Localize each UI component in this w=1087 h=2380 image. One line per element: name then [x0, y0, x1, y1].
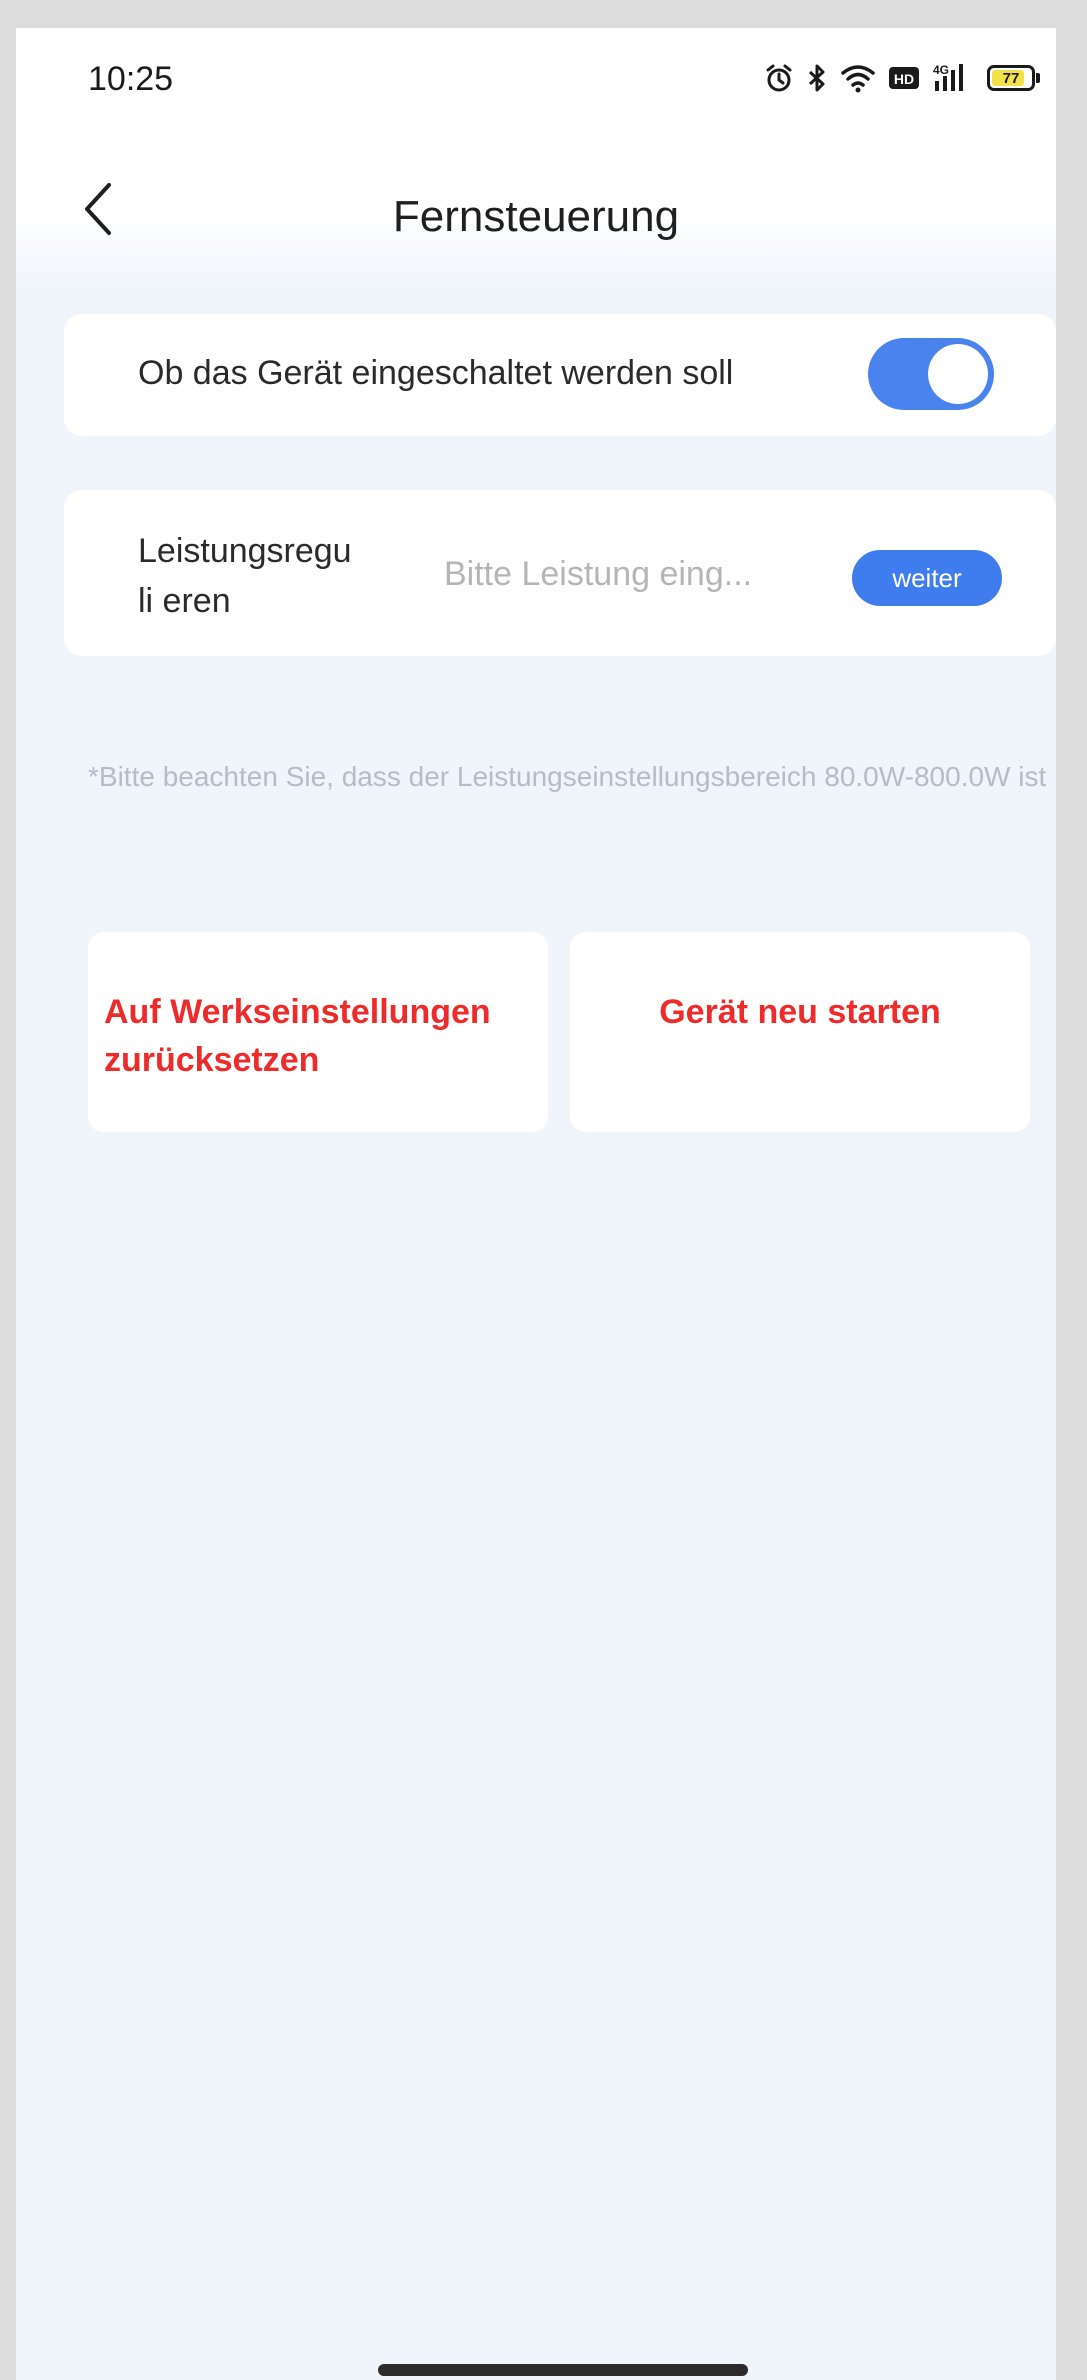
hd-icon: HD	[889, 65, 919, 91]
factory-reset-button[interactable]: Auf Werkseinstellungen zurücksetzen	[88, 932, 548, 1132]
power-range-hint: *Bitte beachten Sie, dass der Leistungse…	[88, 761, 1047, 792]
power-toggle-switch[interactable]	[868, 338, 994, 410]
battery-level: 77	[1002, 69, 1020, 87]
power-input[interactable]	[444, 544, 804, 604]
wifi-icon	[841, 63, 875, 93]
battery-tip	[1036, 73, 1040, 83]
status-time: 10:25	[88, 60, 174, 98]
factory-reset-label: Auf Werkseinstellungen zurücksetzen	[104, 993, 491, 1079]
toggle-knob	[928, 344, 988, 404]
svg-text:HD: HD	[894, 71, 914, 87]
power-setting-row: Leistungsreguli eren weiter	[64, 490, 1056, 656]
next-button[interactable]: weiter	[852, 550, 1002, 606]
status-bar: 10:25 HD 4G 77	[16, 28, 1056, 128]
battery-body: 77	[987, 65, 1035, 91]
svg-text:4G: 4G	[933, 63, 949, 77]
power-setting-label: Leistungsreguli eren	[138, 532, 352, 620]
power-toggle-row: Ob das Gerät eingeschaltet werden soll	[64, 314, 1056, 436]
alarm-icon	[765, 63, 793, 93]
page-title: Fernsteuerung	[392, 192, 680, 241]
restart-device-label: Gerät neu starten	[659, 993, 941, 1031]
bluetooth-icon	[807, 63, 827, 93]
restart-device-button[interactable]: Gerät neu starten	[570, 932, 1030, 1132]
status-icons: HD 4G 77	[765, 56, 1040, 100]
nav-bar: Fernsteuerung	[16, 156, 1056, 266]
cellular-signal-icon: 4G	[933, 63, 973, 93]
phone-screen: 10:25 HD 4G 77 Fernsteuerung Ob das Gerä…	[16, 28, 1056, 2380]
home-indicator[interactable]	[378, 2364, 748, 2376]
battery-icon: 77	[987, 65, 1040, 91]
power-toggle-label: Ob das Gerät eingeschaltet werden soll	[138, 354, 734, 392]
